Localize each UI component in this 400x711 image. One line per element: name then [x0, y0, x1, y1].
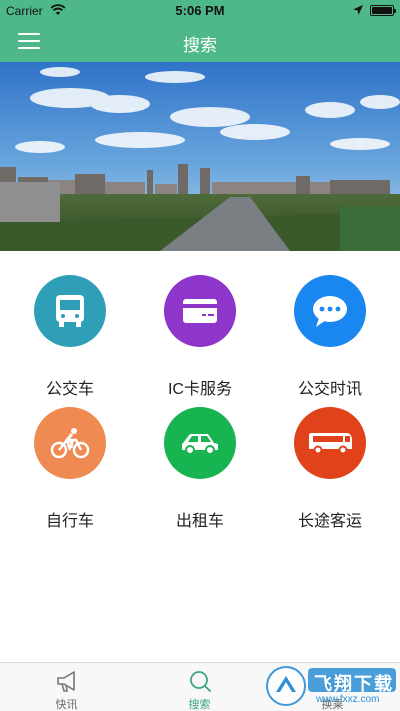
location-arrow-icon: [353, 5, 363, 15]
bicycle-icon: [34, 407, 106, 479]
page-title: 搜索: [183, 36, 217, 55]
tab-label: 搜索: [188, 699, 211, 711]
coach-icon: [294, 407, 366, 479]
message-icon: [294, 275, 366, 347]
city-banner-image[interactable]: [0, 62, 400, 251]
service-label: 公交时讯: [297, 381, 362, 398]
tab-search[interactable]: 搜索: [133, 663, 266, 711]
service-label: 公交车: [45, 381, 94, 398]
service-label: IC卡服务: [167, 381, 232, 398]
watermark-logo: 飞翔下载 www.fxxz.com: [264, 662, 400, 711]
battery-icon: [370, 5, 396, 16]
service-bus[interactable]: 公交车: [10, 275, 130, 398]
watermark-text: 飞翔下载: [314, 674, 394, 694]
service-ic-card[interactable]: IC卡服务: [140, 275, 260, 398]
search-icon: [190, 671, 211, 692]
service-taxi[interactable]: 出租车: [140, 407, 260, 530]
top-bar: Carrier 5:06 PM 搜索: [0, 0, 400, 62]
megaphone-icon: [57, 671, 75, 692]
watermark-url: www.fxxz.com: [316, 694, 380, 705]
tab-label: 快讯: [55, 699, 78, 711]
tab-news[interactable]: 快讯: [0, 663, 133, 711]
service-label: 自行车: [45, 513, 94, 530]
bus-icon: [34, 275, 106, 347]
status-time: 5:06 PM: [175, 3, 225, 18]
service-bicycle[interactable]: 自行车: [10, 407, 130, 530]
service-label: 长途客运: [297, 513, 362, 530]
status-bar: Carrier 5:06 PM: [0, 0, 400, 22]
service-bus-news[interactable]: 公交时讯: [270, 275, 390, 398]
service-long-distance-coach[interactable]: 长途客运: [270, 407, 390, 530]
service-label: 出租车: [175, 513, 224, 530]
nav-bar: 搜索: [0, 22, 400, 62]
taxi-icon: [164, 407, 236, 479]
card-icon: [164, 275, 236, 347]
